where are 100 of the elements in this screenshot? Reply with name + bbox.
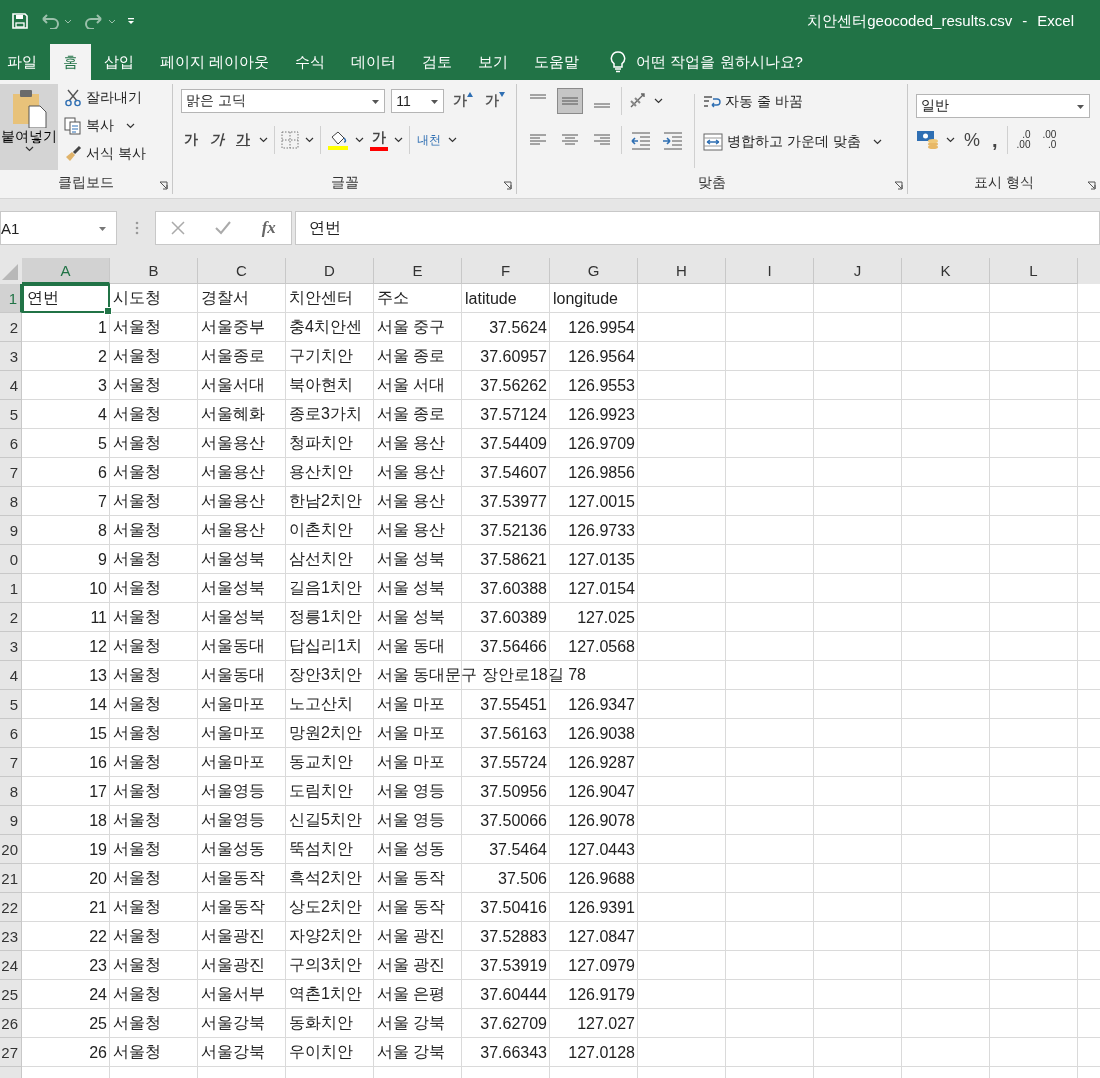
- table-cell-text: 126.9047: [567, 782, 635, 801]
- table-cell-text: 126.9038: [567, 724, 635, 743]
- row-header[interactable]: 3: [0, 342, 22, 371]
- table-cell-text: 서울 용산: [377, 491, 446, 511]
- font-color-button[interactable]: 가: [370, 129, 388, 151]
- table-cell-text: 청파치안: [289, 433, 353, 453]
- increase-font-size-button[interactable]: 가: [450, 90, 476, 112]
- currency-icon[interactable]: [916, 129, 940, 151]
- row-header[interactable]: 8: [0, 487, 22, 516]
- table-cell-text: 서울청: [113, 810, 161, 830]
- italic-button[interactable]: 가: [207, 129, 227, 151]
- ribbon-tab[interactable]: 검토: [409, 44, 466, 80]
- ribbon-tab[interactable]: 홈: [50, 44, 91, 80]
- row-header[interactable]: 5: [0, 400, 22, 429]
- table-cell-text: 서울청: [113, 752, 161, 772]
- row-header[interactable]: 24: [0, 951, 22, 980]
- row-header[interactable]: 2: [0, 603, 22, 632]
- row-header[interactable]: 6: [0, 429, 22, 458]
- ribbon-tab[interactable]: 수식: [282, 44, 339, 80]
- row-header[interactable]: 4: [0, 661, 22, 690]
- row-header[interactable]: 9: [0, 516, 22, 545]
- table-cell-text: 흑석2치안: [289, 868, 362, 888]
- save-icon[interactable]: [11, 12, 29, 30]
- borders-icon[interactable]: [281, 131, 299, 149]
- align-middle-icon[interactable]: [557, 88, 583, 114]
- merge-and-center-button[interactable]: 병합하고 가운데 맞춤: [703, 128, 882, 156]
- format-painter-button[interactable]: 서식 복사: [64, 140, 146, 168]
- row-header[interactable]: 1: [0, 284, 22, 313]
- cancel-icon[interactable]: [171, 221, 186, 235]
- active-cell[interactable]: 연번: [22, 284, 110, 313]
- table-cell-text: 19: [88, 840, 107, 859]
- column-header[interactable]: A: [22, 258, 110, 284]
- copy-button[interactable]: 복사: [64, 112, 146, 140]
- redo-icon[interactable]: [83, 13, 117, 29]
- column-label: 경찰서: [201, 288, 249, 308]
- app-name: Excel: [1037, 11, 1074, 31]
- row-header[interactable]: 21: [0, 864, 22, 893]
- check-icon[interactable]: [215, 221, 232, 235]
- table-cell-text: 127.0443: [567, 840, 635, 859]
- wrap-text-button[interactable]: 자동 줄 바꿈: [703, 88, 882, 116]
- row-header[interactable]: 0: [0, 545, 22, 574]
- underline-button[interactable]: 가: [233, 129, 253, 151]
- table-cell-text: 서울 중구: [377, 317, 446, 337]
- table-cell-text: 서울 성북: [377, 549, 446, 569]
- bold-button[interactable]: 가: [181, 129, 201, 151]
- row-header[interactable]: 5: [0, 690, 22, 719]
- dialog-launcher-icon[interactable]: [159, 181, 168, 190]
- table-cell-text: 서울성북: [201, 549, 265, 569]
- dialog-launcher-icon[interactable]: [503, 181, 512, 190]
- ribbon-tab[interactable]: 데이터: [338, 44, 410, 80]
- decrease-decimal-button[interactable]: .00 .0: [1039, 128, 1060, 152]
- ribbon-tab[interactable]: 보기: [465, 44, 522, 80]
- increase-decimal-button[interactable]: .0 .00: [1013, 128, 1034, 152]
- customize-caret-icon[interactable]: [127, 17, 135, 25]
- font-name-dropdown[interactable]: 맑은 고딕: [181, 89, 386, 113]
- row-header[interactable]: 6: [0, 719, 22, 748]
- ribbon-tab[interactable]: 삽입: [91, 44, 147, 80]
- dropdown-arrow-icon: [431, 100, 438, 104]
- row-header[interactable]: 2: [0, 313, 22, 342]
- row-header[interactable]: 25: [0, 980, 22, 1009]
- row-header[interactable]: 7: [0, 748, 22, 777]
- lightbulb-icon: [610, 51, 627, 73]
- fill-color-icon[interactable]: [327, 129, 349, 151]
- row-header[interactable]: 8: [0, 777, 22, 806]
- ribbon-tab[interactable]: 파일: [0, 44, 50, 80]
- caret-icon: [259, 137, 268, 143]
- row-header[interactable]: 3: [0, 632, 22, 661]
- row-header[interactable]: 20: [0, 835, 22, 864]
- row-header[interactable]: 1: [0, 574, 22, 603]
- insert-function-button[interactable]: fx: [261, 218, 276, 238]
- paste-button[interactable]: 붙여넣기: [0, 84, 58, 170]
- dialog-launcher-icon[interactable]: [894, 181, 903, 190]
- undo-icon[interactable]: [39, 13, 73, 29]
- row-header[interactable]: 9: [0, 806, 22, 835]
- row-header[interactable]: 4: [0, 371, 22, 400]
- cut-button[interactable]: 잘라내기: [64, 84, 146, 112]
- number-format-dropdown[interactable]: 일반: [916, 94, 1090, 118]
- table-cell-text: 127.0154: [567, 579, 635, 598]
- row-header[interactable]: 22: [0, 893, 22, 922]
- dialog-launcher-icon[interactable]: [1087, 181, 1096, 190]
- comma-style-button[interactable]: ,: [989, 126, 1001, 154]
- table-cell-text: 126.9078: [567, 811, 635, 830]
- ribbon-tab[interactable]: 페이지 레이아웃: [147, 44, 283, 80]
- name-box[interactable]: A1: [0, 211, 117, 245]
- table-cell-text: 장안3치안: [289, 665, 362, 685]
- formula-input[interactable]: 연번: [295, 211, 1100, 245]
- phonetic-guide-button[interactable]: 내천: [416, 134, 442, 146]
- row-header[interactable]: 7: [0, 458, 22, 487]
- percent-style-button[interactable]: %: [961, 127, 983, 153]
- decrease-font-size-button[interactable]: 가: [482, 90, 508, 112]
- row-header[interactable]: 23: [0, 922, 22, 951]
- font-size-dropdown[interactable]: 11: [391, 89, 444, 113]
- ribbon-tab[interactable]: 도움말: [521, 44, 593, 80]
- table-cell-text: 서울 용산: [377, 520, 446, 540]
- tell-me-search[interactable]: 어떤 작업을 원하시나요?: [636, 44, 803, 80]
- row-header[interactable]: 26: [0, 1009, 22, 1038]
- table-cell-text: 서울영등: [201, 781, 265, 801]
- row-header[interactable]: 27: [0, 1038, 22, 1067]
- fill-handle[interactable]: [104, 307, 112, 315]
- table-cell-text: 13: [88, 666, 107, 685]
